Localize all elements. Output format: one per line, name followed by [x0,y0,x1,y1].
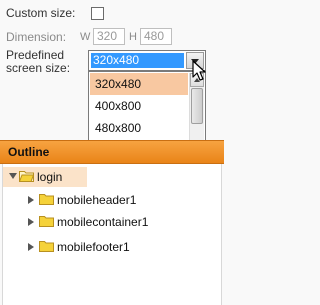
height-input[interactable]: 480 [140,28,172,45]
mouse-pointer-icon [192,60,206,81]
predefined-label-line2: screen size: [6,61,71,75]
outline-tree: login mobileheader1 mobilecontainer1 mob… [2,164,222,305]
option-320x480[interactable]: 320x480 [90,73,188,95]
scroll-thumb[interactable] [191,88,203,124]
tree-item-label: mobilecontainer1 [57,215,149,229]
tree-item-mobileheader1[interactable]: mobileheader1 [3,190,223,210]
tree-item-mobilefooter1[interactable]: mobilefooter1 [3,237,223,257]
dimension-label: Dimension: [6,30,67,44]
option-480x800[interactable]: 480x800 [90,117,188,139]
option-400x800[interactable]: 400x800 [90,95,188,117]
tree-item-label: mobileheader1 [57,193,137,207]
outline-title: Outline [8,145,50,159]
folder-icon [39,194,54,205]
expand-closed-icon[interactable] [28,218,34,226]
expand-open-icon[interactable] [9,173,17,179]
tree-item-login[interactable]: login [3,167,87,187]
custom-size-checkbox[interactable] [91,7,104,20]
screen-size-select[interactable]: 320x480 [88,50,206,71]
outline-panel-header: Outline [0,140,224,164]
width-letter: W [80,31,91,43]
width-input[interactable]: 320 [93,28,125,45]
expand-closed-icon[interactable] [28,196,34,204]
predefined-label-line1: Predefined [6,48,65,62]
tree-item-mobilecontainer1[interactable]: mobilecontainer1 [3,212,223,232]
screen-size-select-value: 320x480 [91,53,184,68]
folder-icon [39,241,54,252]
folder-icon [19,171,34,182]
folder-icon [39,216,54,227]
tree-item-label: login [37,170,63,184]
expand-closed-icon[interactable] [28,243,34,251]
custom-size-label: Custom size: [6,6,76,20]
height-letter: H [129,31,137,43]
tree-item-label: mobilefooter1 [57,240,130,254]
